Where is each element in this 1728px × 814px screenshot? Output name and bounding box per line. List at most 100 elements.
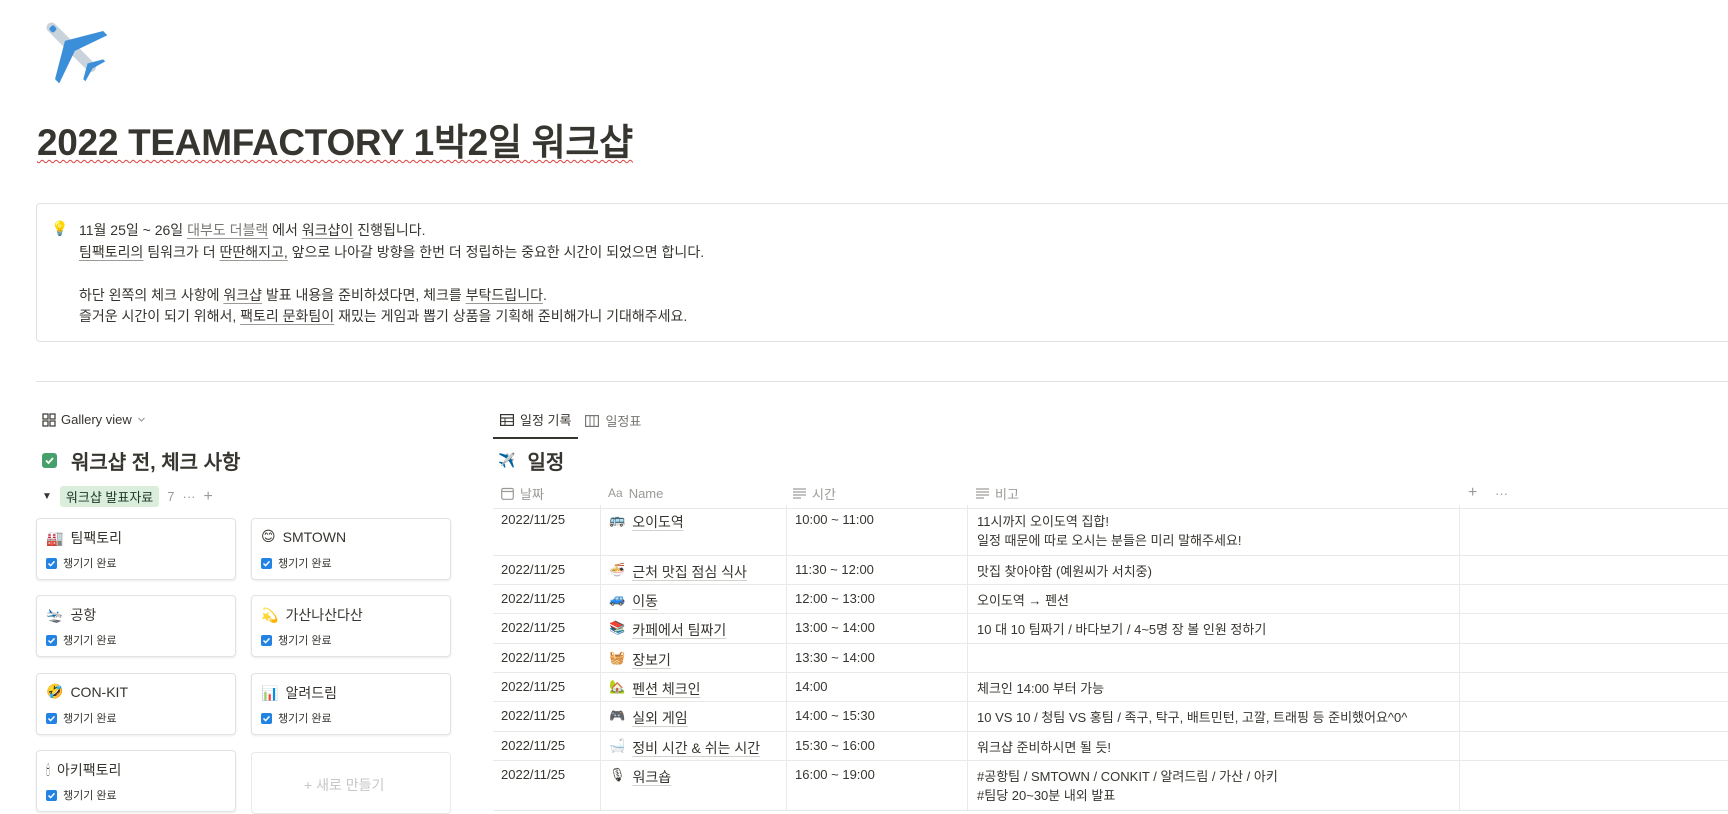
table-row[interactable]: 2022/11/25 🍜 근처 맛집 점심 식사 11:30 ~ 12:00 맛집 찾아… (493, 555, 1728, 585)
empty-cell[interactable] (1459, 584, 1728, 613)
checkbox-checked-icon[interactable] (46, 634, 57, 646)
empty-cell[interactable] (1459, 760, 1728, 810)
checkbox-checked-icon[interactable] (261, 712, 272, 724)
date-cell[interactable]: 2022/11/25 (501, 701, 601, 731)
table-row[interactable]: 2022/11/25 🚌 오이도역 10:00 ~ 11:00 11시까지 오이도역 집… (493, 505, 1728, 556)
date-cell[interactable]: 2022/11/25 (501, 555, 601, 584)
empty-cell[interactable] (1459, 731, 1728, 760)
group-count: 7 (167, 489, 175, 504)
add-column-icon[interactable]: + (1468, 478, 1477, 508)
location-mention[interactable]: 대부도 더블랙 (187, 222, 268, 238)
note-cell[interactable]: 체크인 14:00 부터 가능 (967, 672, 1453, 701)
note-cell[interactable]: #공항팀 / SMTOWN / CONKIT / 알려드림 / 가산 / 아키 #… (967, 760, 1453, 810)
table-row[interactable]: 2022/11/25 🎮 실외 게임 14:00 ~ 15:30 10 VS 10 / … (493, 701, 1728, 732)
name-cell[interactable]: 🍜 근처 맛집 점심 식사 (600, 555, 780, 584)
check-label: 챙기기 완료 (278, 558, 332, 570)
gallery-card[interactable]: 🛬 공항 챙기기 완료 (36, 595, 236, 657)
checkbox-icon (42, 453, 57, 468)
date-cell[interactable]: 2022/11/25 (501, 505, 601, 555)
gallery-card[interactable]: 🤣 CON-KIT 챙기기 완료 (36, 673, 236, 735)
empty-cell[interactable] (1459, 555, 1728, 584)
checkbox-checked-icon[interactable] (261, 557, 272, 569)
time-cell[interactable]: 11:30 ~ 12:00 (786, 555, 961, 584)
time-cell[interactable]: 14:00 ~ 15:30 (786, 701, 961, 731)
tab-timetable[interactable]: 일정표 (578, 404, 648, 439)
name-cell[interactable]: 🛁 정비 시간 & 쉬는 시간 (600, 731, 780, 760)
gallery-card[interactable]: 💫 가산나산다산 챙기기 완료 (251, 595, 451, 657)
tab-schedule-log[interactable]: 일정 기록 (493, 404, 579, 439)
column-note[interactable]: 비고 (976, 478, 1019, 508)
toggle-triangle-icon[interactable]: ▼ (42, 491, 52, 502)
card-emoji-icon: 🕯 (46, 761, 50, 778)
name-cell[interactable]: 🚙 이동 (600, 584, 780, 613)
table-row[interactable]: 2022/11/25 🚙 이동 12:00 ~ 13:00 오이도역 → 펜션 (493, 584, 1728, 614)
more-options-icon[interactable]: ··· (1495, 478, 1508, 508)
page-title[interactable]: 2022 TEAMFACTORY 1박2일 워크샵 (37, 112, 633, 166)
time-cell[interactable]: 14:00 (786, 672, 961, 701)
card-emoji-icon: 🏭 (46, 529, 64, 546)
empty-cell[interactable] (1459, 672, 1728, 701)
card-title: 팀팩토리 (70, 530, 122, 546)
date-cell[interactable]: 2022/11/25 (501, 613, 601, 643)
checkbox-checked-icon[interactable] (46, 712, 57, 724)
date-cell[interactable]: 2022/11/25 (501, 760, 601, 810)
new-card-button[interactable]: + 새로 만들기 (251, 752, 451, 814)
column-time[interactable]: 시간 (793, 478, 836, 508)
empty-cell[interactable] (1459, 505, 1728, 555)
time-cell[interactable]: 16:00 ~ 19:00 (786, 760, 961, 810)
note-cell[interactable]: 워크샵 준비하시면 될 듯! (967, 731, 1453, 760)
empty-cell[interactable] (1459, 643, 1728, 672)
checkbox-checked-icon[interactable] (46, 789, 57, 801)
table-row[interactable]: 2022/11/25 🏡 펜션 체크인 14:00 체크인 14:00 부터 가능 (493, 672, 1728, 702)
check-label: 챙기기 완료 (278, 713, 332, 725)
time-cell[interactable]: 12:00 ~ 13:00 (786, 584, 961, 613)
note-cell[interactable]: 맛집 찾아야함 (예원씨가 서치중) (967, 555, 1453, 584)
table-row[interactable]: 2022/11/25 📚 카페에서 팀짜기 13:00 ~ 14:00 10 대 10 … (493, 613, 1728, 644)
row-name: 정비 시간 & 쉬는 시간 (632, 740, 761, 756)
time-cell[interactable]: 15:30 ~ 16:00 (786, 731, 961, 760)
note-cell[interactable] (967, 643, 1453, 672)
card-title: 가산나산다산 (285, 607, 363, 623)
add-icon[interactable]: + (203, 488, 212, 506)
table-row[interactable]: 2022/11/25 🧺 장보기 13:30 ~ 14:00 (493, 643, 1728, 673)
time-cell[interactable]: 13:30 ~ 14:00 (786, 643, 961, 672)
empty-cell[interactable] (1459, 701, 1728, 731)
note-cell[interactable]: 10 대 10 팀짜기 / 바다보기 / 4~5명 장 볼 인원 정하기 (967, 613, 1453, 643)
new-card-label: + 새로 만들기 (304, 777, 385, 793)
group-header[interactable]: ▼ 워크샵 발표자료 7 ··· + (42, 486, 213, 507)
date-cell[interactable]: 2022/11/25 (501, 643, 601, 672)
callout-block[interactable]: 💡 11월 25일 ~ 26일 대부도 더블랙 에서 워크샵이 진행됩니다. 팀… (36, 203, 1728, 342)
table-row[interactable]: 2022/11/25 🛁 정비 시간 & 쉬는 시간 15:30 ~ 16:00 워크샵… (493, 731, 1728, 761)
checkbox-checked-icon[interactable] (46, 557, 57, 569)
schedule-title[interactable]: 일정 (527, 446, 564, 475)
name-cell[interactable]: 🏡 펜션 체크인 (600, 672, 780, 701)
empty-cell[interactable] (1459, 613, 1728, 643)
gallery-card[interactable]: 🕯 아키팩토리 챙기기 완료 (36, 750, 236, 812)
time-cell[interactable]: 10:00 ~ 11:00 (786, 505, 961, 555)
airplane-icon[interactable] (34, 10, 110, 86)
column-date[interactable]: 날짜 (501, 478, 544, 508)
date-cell[interactable]: 2022/11/25 (501, 731, 601, 760)
gallery-title[interactable]: 워크샵 전, 체크 사항 (71, 446, 240, 475)
note-cell[interactable]: 오이도역 → 펜션 (967, 584, 1453, 613)
gallery-card[interactable]: 📊 알려드림 챙기기 완료 (251, 673, 451, 735)
checkbox-checked-icon[interactable] (261, 634, 272, 646)
table-row[interactable]: 2022/11/25 🎙 워크숍 16:00 ~ 19:00 #공항팀 / SMTOWN… (493, 760, 1728, 811)
gallery-card[interactable]: 😊 SMTOWN 챙기기 완료 (251, 518, 451, 580)
name-cell[interactable]: 🎙 워크숍 (600, 760, 780, 810)
name-cell[interactable]: 📚 카페에서 팀짜기 (600, 613, 780, 643)
name-cell[interactable]: 🚌 오이도역 (600, 505, 780, 555)
gallery-card[interactable]: 🏭 팀팩토리 챙기기 완료 (36, 518, 236, 580)
gallery-view-label: Gallery view (61, 412, 132, 427)
column-name[interactable]: Aa Name (608, 478, 663, 508)
more-icon[interactable]: ··· (182, 489, 195, 504)
time-cell[interactable]: 13:00 ~ 14:00 (786, 613, 961, 643)
page-title-text: 2022 TEAMFACTORY 1박2일 워크샵 (37, 122, 633, 163)
date-cell[interactable]: 2022/11/25 (501, 584, 601, 613)
note-cell[interactable]: 11시까지 오이도역 집합! 일정 때문에 따로 오시는 분들은 미리 말해주세요… (967, 505, 1453, 555)
name-cell[interactable]: 🎮 실외 게임 (600, 701, 780, 731)
note-cell[interactable]: 10 VS 10 / 청팀 VS 홍팀 / 족구, 탁구, 배트민턴, 고깔, … (967, 701, 1453, 731)
date-cell[interactable]: 2022/11/25 (501, 672, 601, 701)
name-cell[interactable]: 🧺 장보기 (600, 643, 780, 672)
gallery-view-switch[interactable]: Gallery view (42, 412, 146, 427)
